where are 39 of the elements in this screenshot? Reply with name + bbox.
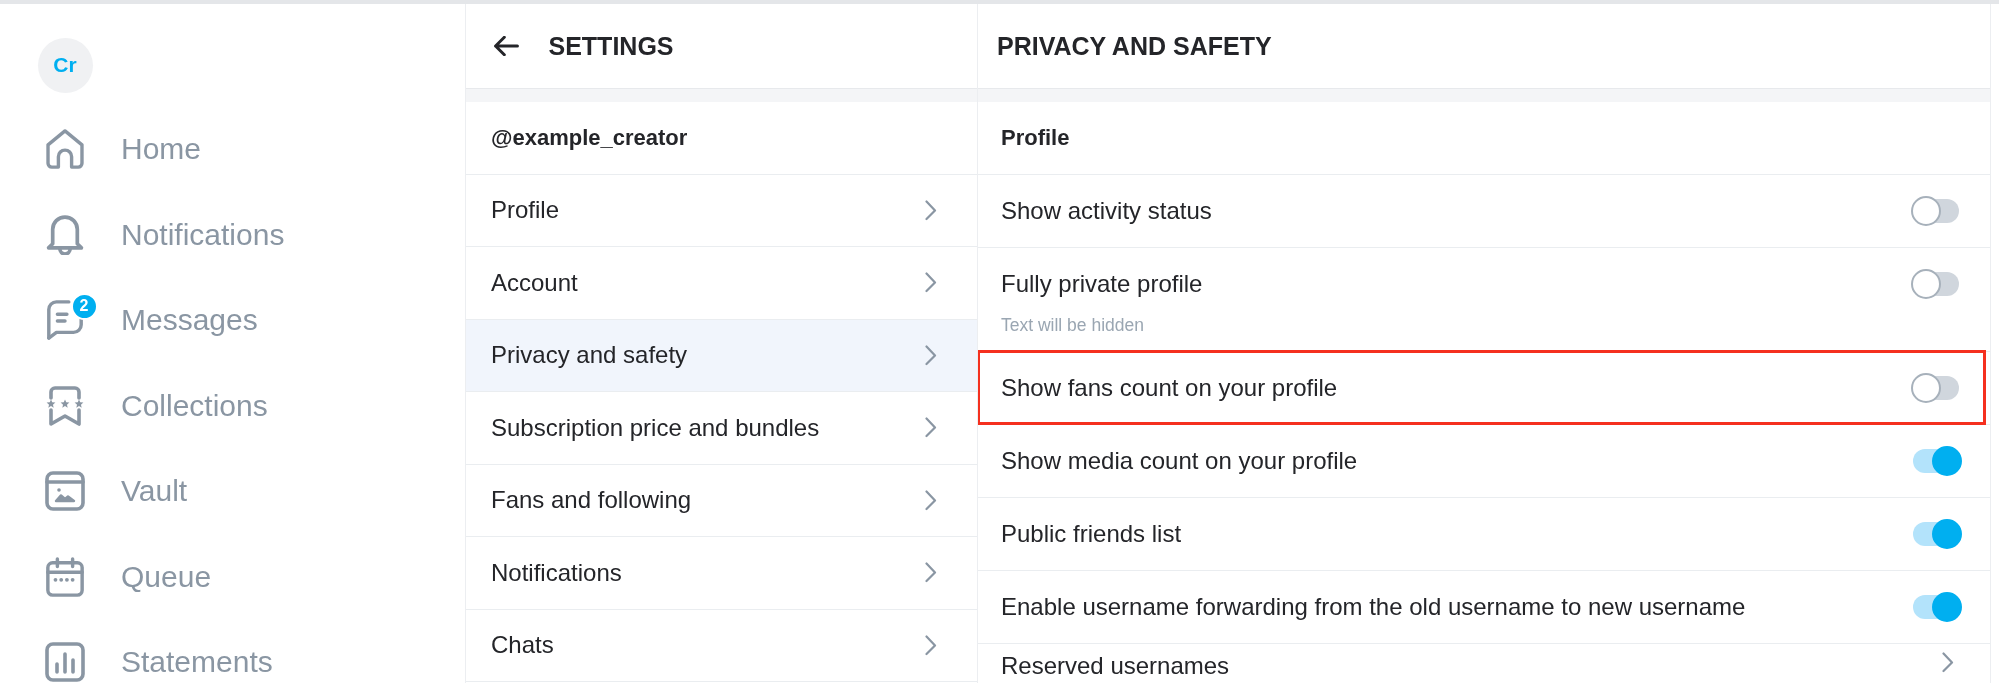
chevron-right-icon (925, 344, 937, 366)
toggle-switch[interactable] (1911, 592, 1962, 622)
setting-hint: Text will be hidden (1001, 314, 1144, 336)
setting-label: Enable username forwarding from the old username to new username (1001, 593, 1746, 621)
chevron-right-icon (925, 199, 937, 221)
chevron-right-icon (925, 489, 937, 511)
setting-label: Public friends list (1001, 520, 1182, 548)
toggle-switch[interactable] (1911, 446, 1962, 476)
menu-item[interactable]: Chats (466, 609, 977, 682)
setting-label: Fully private profile (1001, 270, 1203, 298)
calendar-icon (45, 556, 85, 597)
notification-badge: 2 (70, 292, 98, 320)
setting-label: Show media count on your profile (1001, 447, 1358, 475)
chevron-right-icon (1942, 652, 1954, 673)
chevron-right-icon (925, 417, 937, 439)
bell-icon (45, 214, 85, 255)
bar-chart-icon (45, 642, 85, 682)
setting-label: Show fans count on your profile (1001, 374, 1338, 402)
bookmark-stars-icon (45, 385, 85, 426)
arrow-left-icon (493, 36, 519, 56)
username-label: @example_creator (491, 124, 688, 151)
menu-item[interactable]: Subscription price and bundles (466, 392, 977, 465)
back-button[interactable] (493, 36, 519, 56)
menu-item[interactable]: Privacy and safety (466, 319, 977, 392)
toggle-switch[interactable] (1911, 519, 1962, 549)
menu-item[interactable]: Notifications (466, 537, 977, 610)
image-frame-icon (45, 471, 85, 511)
section-title: Profile (1001, 125, 1070, 151)
menu-item[interactable]: Profile (466, 174, 977, 247)
house-icon (45, 129, 85, 169)
menu-item[interactable]: Account (466, 247, 977, 320)
chevron-right-icon (925, 562, 937, 584)
menu-item[interactable]: Fans and following (466, 464, 977, 537)
setting-label: Show activity status (1001, 197, 1212, 225)
chevron-right-icon (925, 272, 937, 294)
panel-title: SETTINGS (548, 31, 674, 61)
menu-item[interactable]: Reserved usernames (978, 644, 1990, 683)
panel-title: PRIVACY AND SAFETY (997, 31, 1272, 61)
chevron-right-icon (925, 634, 937, 656)
